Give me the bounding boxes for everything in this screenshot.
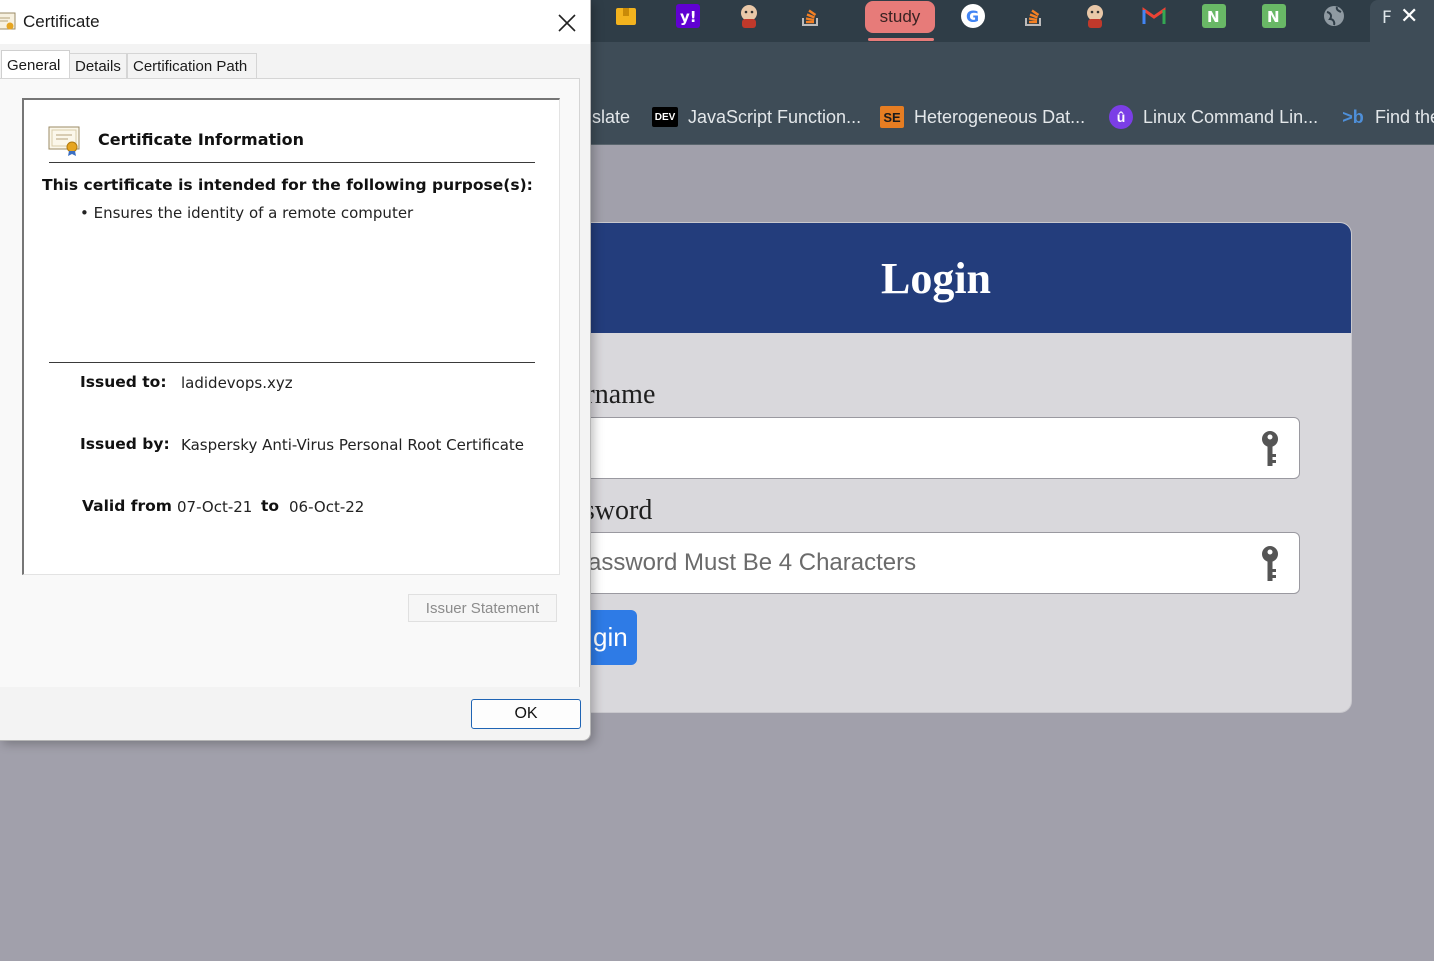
issued-to-value: ladidevops.xyz	[181, 374, 293, 392]
dialog-title: Certificate	[23, 12, 100, 31]
purpose-heading: This certificate is intended for the fol…	[42, 176, 533, 194]
close-tab-icon[interactable]: ✕	[1400, 4, 1418, 29]
certificate-info-title: Certificate Information	[98, 130, 304, 149]
tab-gmail[interactable]	[1142, 4, 1166, 32]
stackexchange-icon: SE	[880, 106, 904, 128]
certificate-icon	[0, 12, 16, 36]
certificate-info-box: Certificate Information This certificate…	[22, 98, 560, 575]
key-icon	[1259, 545, 1281, 587]
username-input[interactable]	[573, 417, 1300, 479]
tab-general[interactable]: General	[1, 50, 70, 79]
issued-to-label: Issued to:	[80, 373, 167, 391]
login-title: Login	[880, 254, 992, 303]
bookmark-translate[interactable]: slate	[592, 104, 630, 130]
tab-group-study[interactable]: study	[865, 1, 935, 33]
gmail-icon	[1142, 6, 1166, 30]
bookmark-se-heterogeneous[interactable]: SE Heterogeneous Dat...	[880, 104, 1085, 130]
tab-yahoo[interactable]: y!	[676, 4, 700, 32]
amazon-box-icon	[614, 4, 638, 32]
bookmark-dev-javascript[interactable]: DEV JavaScript Function...	[652, 104, 861, 130]
issuer-statement-button[interactable]: Issuer Statement	[408, 594, 557, 622]
bookmark-linux-command[interactable]: û Linux Command Lin...	[1109, 104, 1318, 130]
tab-stackoverflow[interactable]	[800, 4, 822, 32]
stackoverflow-icon	[800, 4, 822, 32]
login-card: Login ername ssword assword Must Be 4 Ch…	[560, 222, 1352, 713]
n-icon: N	[1202, 4, 1226, 32]
bookmark-label: slate	[592, 106, 631, 127]
valid-to-value: 06-Oct-22	[289, 498, 365, 516]
tab-n-2[interactable]: N	[1262, 4, 1286, 32]
purpose-item: • Ensures the identity of a remote compu…	[80, 204, 414, 222]
ok-button[interactable]: OK	[471, 699, 581, 729]
tab-globe[interactable]	[1322, 4, 1346, 32]
dev-icon: DEV	[652, 107, 678, 127]
certificate-dialog: Certificate General Details Certificatio…	[0, 0, 591, 741]
tab-certification-path[interactable]: Certification Path	[127, 53, 257, 78]
issued-by-value: Kaspersky Anti-Virus Personal Root Certi…	[181, 436, 525, 454]
bookmark-label: Heterogeneous Dat...	[914, 106, 1086, 127]
svg-text:G: G	[966, 7, 979, 26]
password-placeholder: assword Must Be 4 Characters	[588, 549, 917, 576]
active-tab-title: F	[1382, 8, 1392, 28]
google-icon: G	[961, 4, 985, 32]
issued-by-label: Issued by:	[80, 435, 170, 453]
valid-to-label: to	[261, 497, 280, 515]
udemy-icon: û	[1109, 105, 1133, 129]
key-icon	[1259, 430, 1281, 472]
svg-text:N: N	[1207, 8, 1220, 26]
divider	[49, 362, 535, 363]
tab-stackoverflow-2[interactable]	[1023, 4, 1045, 32]
prompt-icon: >b	[1342, 106, 1364, 127]
bookmark-label: Linux Command Lin...	[1143, 106, 1319, 127]
tab-group-underline	[868, 38, 934, 41]
stackoverflow-icon	[1023, 4, 1045, 32]
tab-jenkins-2[interactable]	[1083, 4, 1107, 32]
valid-from-label: Valid from	[82, 497, 172, 515]
jenkins-icon	[737, 3, 761, 33]
svg-text:N: N	[1267, 8, 1280, 26]
yahoo-icon: y!	[676, 4, 700, 32]
bookmark-find-the[interactable]: >b Find the	[1341, 104, 1434, 130]
tab-n-1[interactable]: N	[1202, 4, 1226, 32]
jenkins-icon	[1083, 3, 1107, 33]
svg-text:y!: y!	[680, 8, 697, 26]
globe-icon	[1322, 4, 1346, 32]
bookmark-label: JavaScript Function...	[688, 106, 862, 127]
certificate-icon	[48, 126, 82, 160]
tab-jenkins[interactable]	[737, 4, 761, 32]
valid-from-value: 07-Oct-21	[177, 498, 253, 516]
divider	[49, 162, 535, 163]
password-input[interactable]: assword Must Be 4 Characters	[573, 532, 1300, 594]
login-header: Login	[561, 223, 1351, 333]
tab-details[interactable]: Details	[69, 53, 127, 78]
active-tab[interactable]: F ✕	[1370, 0, 1434, 42]
dialog-titlebar: Certificate	[0, 0, 590, 44]
tab-amazon[interactable]	[614, 4, 638, 32]
bookmark-label: Find the	[1375, 106, 1434, 127]
n-icon: N	[1262, 4, 1286, 32]
close-icon[interactable]	[554, 10, 580, 36]
tab-google[interactable]: G	[961, 4, 985, 32]
